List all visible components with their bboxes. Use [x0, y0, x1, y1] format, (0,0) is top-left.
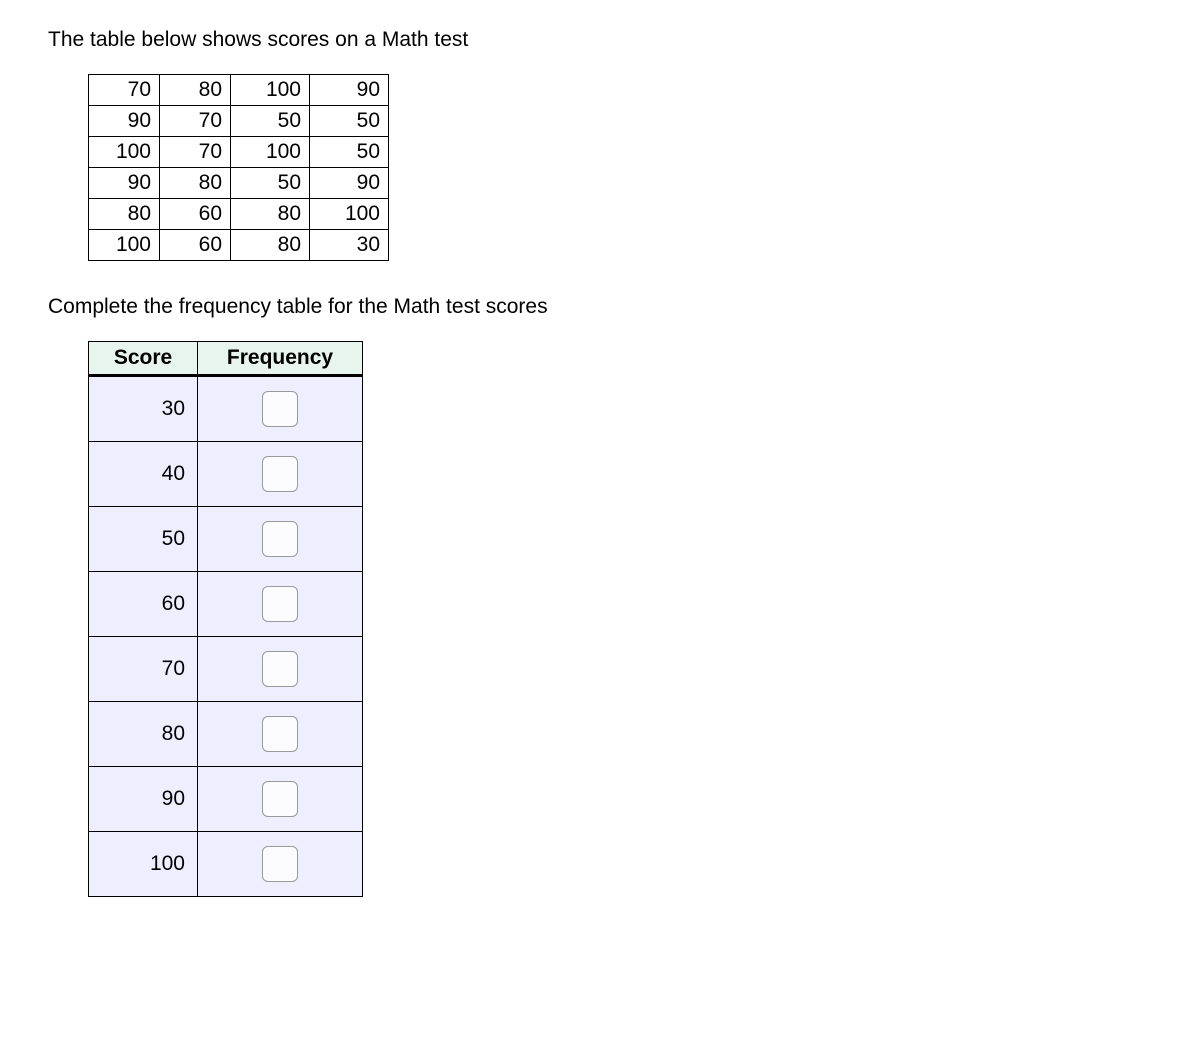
score-header: Score: [89, 342, 198, 376]
frequency-input[interactable]: [262, 521, 298, 557]
score-cell: 100: [89, 230, 160, 261]
table-row: 100 60 80 30: [89, 230, 389, 261]
score-value: 80: [89, 702, 198, 767]
score-cell: 80: [89, 199, 160, 230]
frequency-cell: [198, 507, 363, 572]
score-value: 70: [89, 637, 198, 702]
frequency-cell: [198, 572, 363, 637]
score-cell: 90: [89, 106, 160, 137]
frequency-input[interactable]: [262, 586, 298, 622]
score-cell: 30: [310, 230, 389, 261]
frequency-cell: [198, 702, 363, 767]
table-row: 90: [89, 767, 363, 832]
table-row: 70 80 100 90: [89, 75, 389, 106]
score-cell: 90: [310, 75, 389, 106]
table-row: 90 70 50 50: [89, 106, 389, 137]
intro-text: The table below shows scores on a Math t…: [48, 28, 1132, 52]
table-row: 40: [89, 442, 363, 507]
frequency-cell: [198, 832, 363, 897]
frequency-header: Frequency: [198, 342, 363, 376]
score-cell: 80: [231, 230, 310, 261]
frequency-input[interactable]: [262, 651, 298, 687]
frequency-input[interactable]: [262, 456, 298, 492]
scores-table: 70 80 100 90 90 70 50 50 100 70 100 50: [88, 74, 389, 261]
score-cell: 100: [89, 137, 160, 168]
score-value: 100: [89, 832, 198, 897]
score-cell: 70: [160, 106, 231, 137]
table-row: 100 70 100 50: [89, 137, 389, 168]
table-row: 80 60 80 100: [89, 199, 389, 230]
score-cell: 80: [160, 168, 231, 199]
table-row: 100: [89, 832, 363, 897]
score-value: 90: [89, 767, 198, 832]
score-cell: 100: [231, 75, 310, 106]
frequency-cell: [198, 376, 363, 442]
table-row: 70: [89, 637, 363, 702]
frequency-cell: [198, 767, 363, 832]
frequency-table: Score Frequency 30 40: [88, 341, 363, 897]
frequency-input[interactable]: [262, 391, 298, 427]
table-row: 30: [89, 376, 363, 442]
table-row: 80: [89, 702, 363, 767]
frequency-input[interactable]: [262, 781, 298, 817]
frequency-cell: [198, 637, 363, 702]
frequency-input[interactable]: [262, 846, 298, 882]
table-row: 60: [89, 572, 363, 637]
score-value: 30: [89, 376, 198, 442]
frequency-input[interactable]: [262, 716, 298, 752]
score-cell: 100: [310, 199, 389, 230]
instruction-text: Complete the frequency table for the Mat…: [48, 295, 1132, 319]
score-cell: 90: [89, 168, 160, 199]
score-cell: 50: [231, 106, 310, 137]
score-cell: 100: [231, 137, 310, 168]
score-cell: 60: [160, 199, 231, 230]
score-cell: 80: [160, 75, 231, 106]
score-cell: 80: [231, 199, 310, 230]
table-row: 90 80 50 90: [89, 168, 389, 199]
score-cell: 60: [160, 230, 231, 261]
score-cell: 50: [310, 106, 389, 137]
score-cell: 50: [231, 168, 310, 199]
score-value: 40: [89, 442, 198, 507]
score-cell: 70: [89, 75, 160, 106]
score-value: 50: [89, 507, 198, 572]
frequency-cell: [198, 442, 363, 507]
score-cell: 50: [310, 137, 389, 168]
score-cell: 90: [310, 168, 389, 199]
score-cell: 70: [160, 137, 231, 168]
table-row: 50: [89, 507, 363, 572]
score-value: 60: [89, 572, 198, 637]
